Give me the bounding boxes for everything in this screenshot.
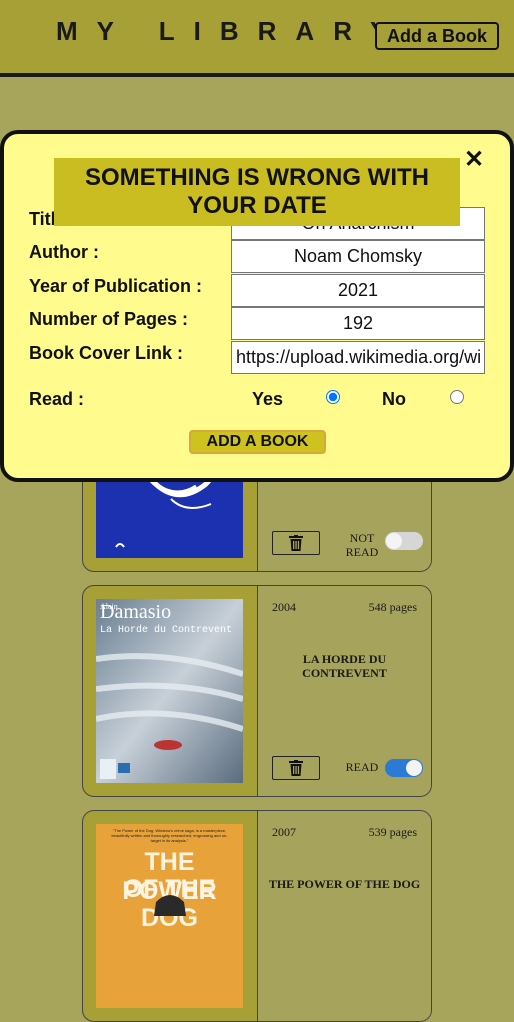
trash-icon: [289, 535, 303, 551]
read-yes-radio[interactable]: [326, 390, 340, 404]
book-card: "The Power of the Dog, Winslow's crime s…: [82, 810, 432, 1022]
read-status-label: READ: [345, 760, 379, 774]
book-title: THE POWER OF THE DOG: [268, 877, 421, 891]
add-book-button[interactable]: Add a Book: [375, 22, 499, 50]
book-card: Alain Damasio La Horde du Contrevent 200…: [82, 585, 432, 797]
year-label: Year of Publication :: [29, 276, 203, 296]
cover-link-label: Book Cover Link :: [29, 343, 184, 363]
read-toggle[interactable]: [385, 759, 423, 777]
error-banner: SOMETHING IS WRONG WITH YOUR DATE: [54, 158, 460, 226]
read-status-label: NOT READ: [345, 531, 379, 559]
read-yes-label: Yes: [252, 389, 284, 409]
trash-icon: [289, 760, 303, 776]
book-pages: 548 pages: [368, 600, 417, 614]
page-title: MY LIBRARY: [56, 16, 407, 46]
cover-link-input[interactable]: [231, 341, 485, 374]
delete-button[interactable]: [272, 531, 320, 555]
book-info: 2007 539 pages THE POWER OF THE DOG: [257, 811, 431, 1021]
read-label: Read :: [29, 389, 85, 409]
book-pages: 539 pages: [368, 825, 417, 839]
book-info: 2004 548 pages LA HORDE DU CONTREVENT RE…: [257, 586, 431, 796]
book-title: LA HORDE DU CONTREVENT: [302, 652, 387, 680]
cover-title: Damasio: [100, 601, 172, 623]
author-input[interactable]: [231, 240, 485, 273]
book-cover: "The Power of the Dog, Winslow's crime s…: [96, 824, 243, 1008]
read-no-radio[interactable]: [450, 390, 464, 404]
book-cover: Alain Damasio La Horde du Contrevent: [96, 599, 243, 783]
submit-add-book-button[interactable]: ADD A BOOK: [189, 430, 326, 454]
pages-label: Number of Pages :: [29, 309, 189, 329]
header: MY LIBRARY Add a Book: [0, 0, 514, 77]
toggle-knob: [386, 533, 402, 549]
book-year: 2004: [272, 600, 296, 614]
add-book-modal: ✕ Title : SOMETHING IS WRONG WITH YOUR D…: [0, 130, 514, 482]
close-icon[interactable]: ✕: [464, 146, 484, 174]
year-input[interactable]: [231, 274, 485, 307]
book-year: 2007: [272, 825, 296, 839]
delete-button[interactable]: [272, 756, 320, 780]
pages-input[interactable]: [231, 307, 485, 340]
author-label: Author :: [29, 242, 99, 262]
cover-subtitle: La Horde du Contrevent: [100, 625, 233, 636]
read-toggle[interactable]: [385, 532, 423, 550]
toggle-knob: [406, 760, 422, 776]
book-cover-art: [154, 895, 186, 916]
read-no-label: No: [382, 389, 406, 409]
